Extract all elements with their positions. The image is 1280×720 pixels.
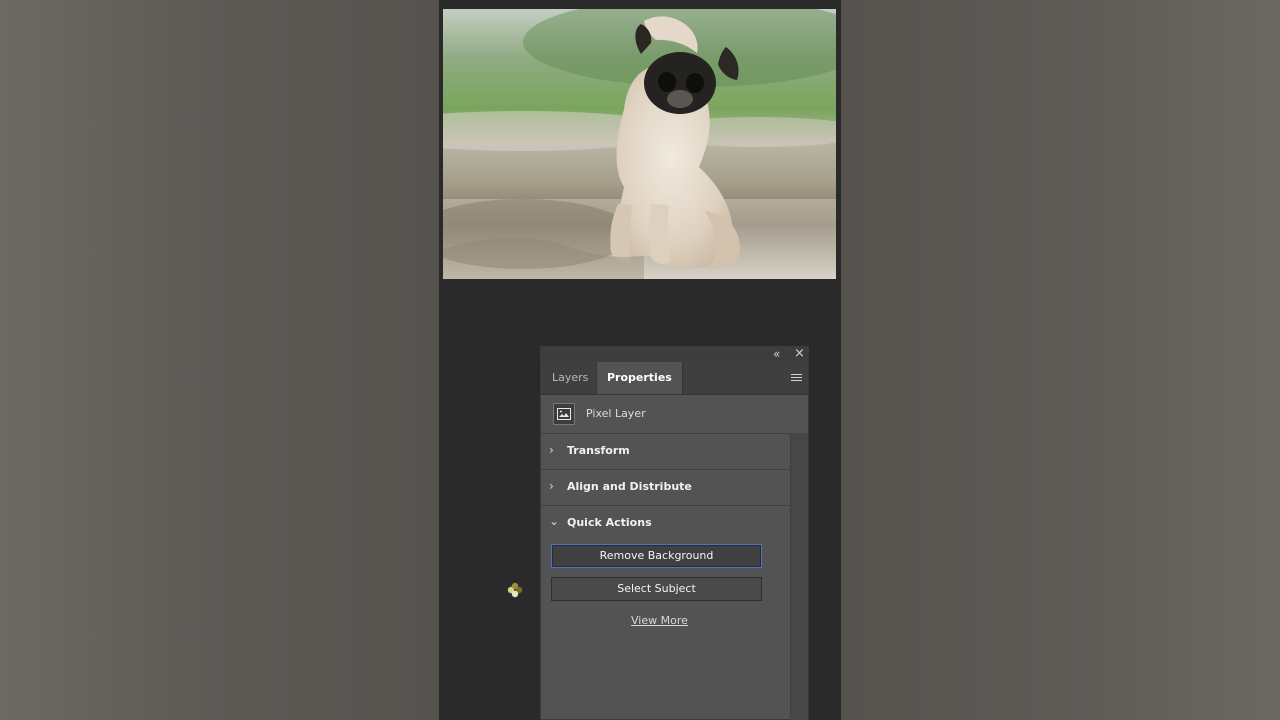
panel-tabs: Layers Properties <box>541 362 808 395</box>
quick-actions-section: ⌄ Quick Actions Remove Background Select… <box>541 506 791 646</box>
chevron-right-icon: › <box>549 443 554 457</box>
quick-actions-title: Quick Actions <box>567 516 652 529</box>
section-transform-label: Transform <box>567 444 630 457</box>
busy-cursor-icon <box>503 580 525 600</box>
remove-background-button[interactable]: Remove Background <box>551 544 762 568</box>
close-icon[interactable]: × <box>794 347 805 361</box>
quick-actions-header[interactable]: ⌄ Quick Actions <box>541 506 791 539</box>
pug-photo-illustration <box>443 9 836 279</box>
tab-layers[interactable]: Layers <box>542 362 598 394</box>
tab-properties[interactable]: Properties <box>596 362 683 394</box>
tab-layers-label: Layers <box>552 371 589 384</box>
chevron-down-icon: ⌄ <box>549 514 560 528</box>
pixel-layer-label: Pixel Layer <box>586 407 646 420</box>
section-align-distribute[interactable]: › Align and Distribute <box>541 470 791 506</box>
double-chevron-left-icon[interactable]: « <box>773 347 780 361</box>
pixel-layer-row: Pixel Layer <box>541 395 808 434</box>
video-frame: « × Layers Properties Pixel Layer › Tran… <box>439 0 841 720</box>
panel-scrollbar[interactable] <box>790 433 808 720</box>
tab-properties-label: Properties <box>607 371 672 384</box>
section-align-distribute-label: Align and Distribute <box>567 480 692 493</box>
select-subject-button[interactable]: Select Subject <box>551 577 762 601</box>
properties-panel: « × Layers Properties Pixel Layer › Tran… <box>540 346 809 720</box>
pug-photo <box>443 9 836 279</box>
view-more-link[interactable]: View More <box>631 614 688 627</box>
panel-titlebar: « × <box>541 347 808 362</box>
panel-menu-icon[interactable] <box>791 374 802 383</box>
chevron-right-icon: › <box>549 479 554 493</box>
section-transform[interactable]: › Transform <box>541 434 791 470</box>
image-layer-icon <box>553 403 575 425</box>
